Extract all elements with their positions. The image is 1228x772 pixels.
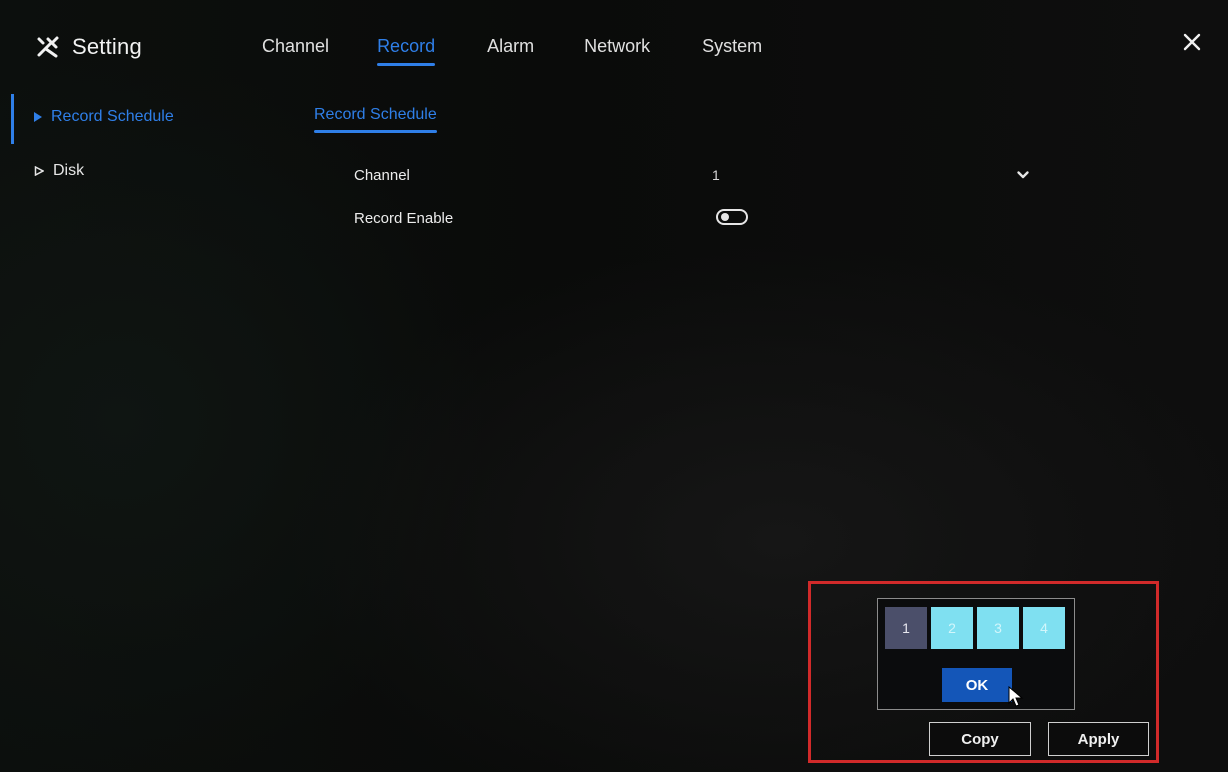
copy-channel-4[interactable]: 4 xyxy=(1023,607,1065,649)
settings-screen: Setting Channel Record Alarm Network Sys… xyxy=(0,0,1228,772)
record-enable-label: Record Enable xyxy=(354,210,454,227)
tab-channel[interactable]: Channel xyxy=(262,36,329,57)
tab-alarm[interactable]: Alarm xyxy=(487,36,534,57)
sidebar-item-disk[interactable]: Disk xyxy=(34,162,84,180)
tools-icon xyxy=(37,36,59,58)
page-title: Setting xyxy=(72,34,142,59)
copy-channel-2[interactable]: 2 xyxy=(931,607,973,649)
channel-label: Channel xyxy=(354,167,410,184)
copy-button[interactable]: Copy xyxy=(929,722,1031,756)
tab-network[interactable]: Network xyxy=(584,36,650,57)
sidebar-item-record-schedule[interactable]: Record Schedule xyxy=(34,108,174,126)
sidebar-active-marker xyxy=(11,94,14,144)
tab-record[interactable]: Record xyxy=(377,36,436,66)
copy-channel-1[interactable]: 1 xyxy=(885,607,927,649)
sidebar-item-label: Record Schedule xyxy=(51,108,174,125)
ok-button[interactable]: OK xyxy=(942,668,1012,702)
close-icon[interactable] xyxy=(1182,32,1202,52)
triangle-filled-icon xyxy=(34,112,42,122)
copy-channel-panel: 1 2 3 4 OK xyxy=(877,598,1075,710)
tab-system[interactable]: System xyxy=(702,36,762,57)
triangle-outline-icon xyxy=(34,166,44,176)
main-tabs: Channel Record Alarm Network System xyxy=(262,36,762,66)
copy-channel-3[interactable]: 3 xyxy=(977,607,1019,649)
channel-value: 1 xyxy=(712,167,720,183)
app-header: Setting xyxy=(36,34,142,60)
channel-select[interactable]: 1 xyxy=(702,164,1038,188)
tab-record-schedule[interactable]: Record Schedule xyxy=(314,106,437,133)
mouse-cursor-icon xyxy=(1008,686,1024,707)
chevron-down-icon xyxy=(1017,171,1029,179)
sidebar-item-label: Disk xyxy=(53,162,85,179)
toggle-knob xyxy=(721,213,729,221)
apply-button[interactable]: Apply xyxy=(1048,722,1149,756)
record-enable-toggle[interactable] xyxy=(716,209,748,225)
